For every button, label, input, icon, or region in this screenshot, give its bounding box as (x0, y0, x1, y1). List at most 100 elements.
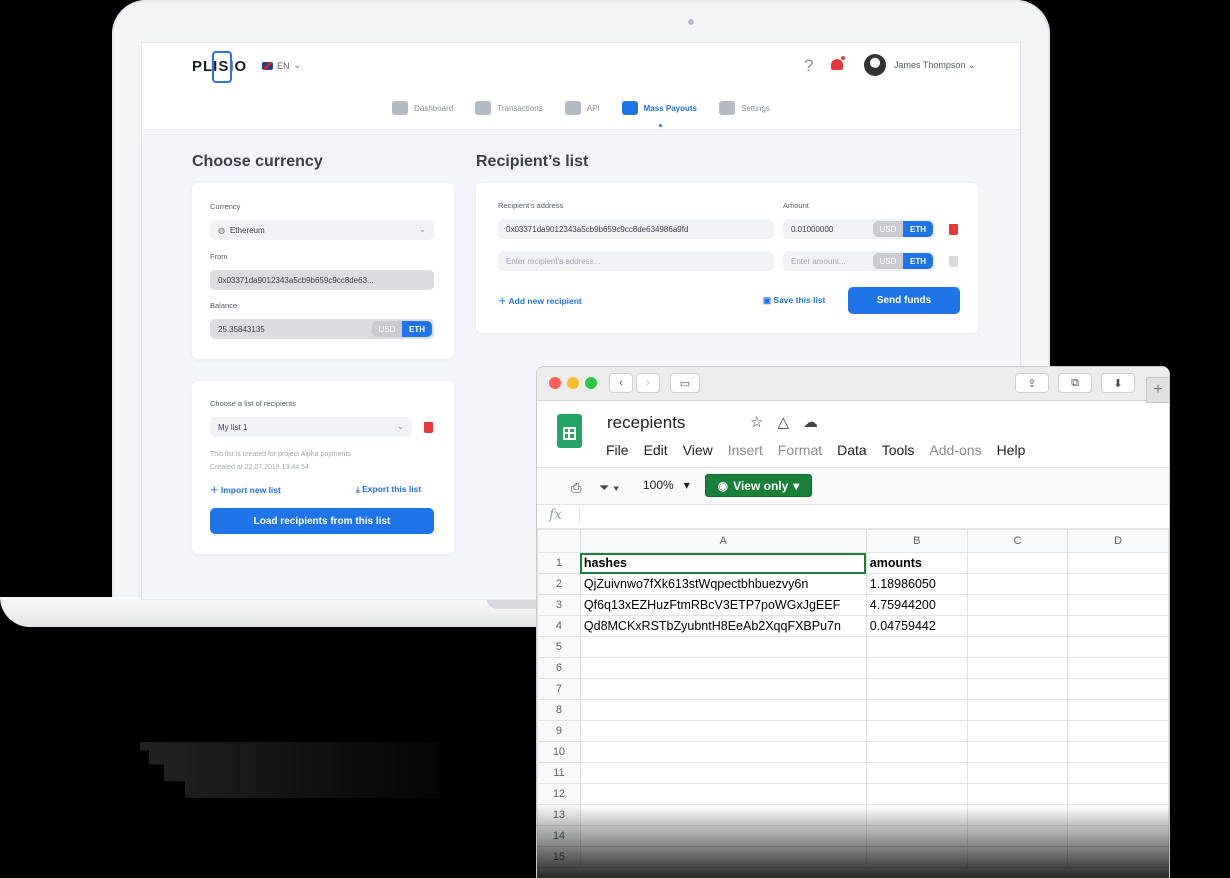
menu-addons[interactable]: Add-ons (929, 442, 981, 458)
currency-select[interactable]: ◍ Ethereum ⌄ (210, 220, 434, 240)
menu-insert[interactable]: Insert (728, 442, 763, 458)
cell[interactable] (865, 783, 968, 805)
cell[interactable] (865, 804, 968, 826)
cell[interactable] (1067, 657, 1169, 679)
row-number[interactable]: 13 (537, 804, 581, 826)
delete-list-icon[interactable] (424, 422, 433, 433)
cell[interactable] (1067, 804, 1169, 826)
row-number[interactable]: 5 (537, 636, 581, 658)
cell[interactable]: 0.04759442 (865, 615, 968, 637)
row-number[interactable]: 12 (537, 783, 581, 805)
column-header[interactable]: A (579, 529, 867, 553)
eth-option[interactable]: ETH (903, 221, 933, 237)
downloads-button[interactable]: ⬇ (1101, 373, 1135, 393)
eth-option[interactable]: ETH (402, 321, 432, 337)
menu-help[interactable]: Help (997, 442, 1026, 458)
cell[interactable] (966, 594, 1069, 616)
usd-option[interactable]: USD (873, 221, 903, 237)
cell[interactable] (579, 699, 867, 721)
cell[interactable] (579, 762, 867, 784)
nav-api[interactable]: API (564, 97, 600, 119)
row-number[interactable]: 15 (537, 846, 581, 868)
row-number[interactable]: 11 (537, 762, 581, 784)
cell[interactable]: 1.18986050 (865, 573, 968, 595)
recipient-address-field[interactable]: 0x03371da9012343a5cb9b659c9cc8de634986a9… (498, 219, 774, 239)
currency-toggle[interactable]: USD ETH (372, 321, 432, 337)
cell[interactable] (966, 720, 1069, 742)
cell[interactable] (579, 741, 867, 763)
cell[interactable] (966, 573, 1069, 595)
add-recipient-link[interactable]: ＋ Add new recipient (498, 295, 582, 307)
cell[interactable] (966, 657, 1069, 679)
help-icon[interactable]: ? (804, 56, 813, 76)
cell[interactable] (865, 720, 968, 742)
menu-tools[interactable]: Tools (882, 442, 915, 458)
cell[interactable] (865, 762, 968, 784)
cell[interactable]: amounts (865, 552, 968, 574)
user-menu[interactable]: James Thompson ⌄ (894, 60, 975, 71)
minimize-window-button[interactable] (567, 377, 579, 389)
nav-transactions[interactable]: Transactions (475, 97, 543, 119)
row-number[interactable]: 10 (537, 741, 581, 763)
new-tab-button[interactable]: + (1146, 377, 1170, 403)
cell[interactable] (579, 657, 867, 679)
menu-format[interactable]: Format (778, 442, 822, 458)
cell[interactable] (1067, 825, 1169, 847)
maximize-window-button[interactable] (585, 377, 597, 389)
sidebar-toggle-button[interactable]: ▭ (670, 373, 700, 393)
corner-cell[interactable] (537, 529, 581, 553)
menu-edit[interactable]: Edit (644, 442, 668, 458)
close-window-button[interactable] (549, 377, 561, 389)
cell[interactable] (966, 825, 1069, 847)
cell[interactable]: QjZuivnwo7fXk613stWqpectbhbuezvy6n (579, 573, 867, 595)
cell[interactable] (579, 636, 867, 658)
cell[interactable] (1067, 720, 1169, 742)
cell[interactable] (579, 825, 867, 847)
cell[interactable]: Qd8MCKxRSTbZyubntH8EeAb2XqqFXBPu7n (579, 615, 867, 637)
usd-option[interactable]: USD (873, 253, 903, 269)
cell[interactable] (1067, 699, 1169, 721)
column-header[interactable]: D (1067, 529, 1169, 553)
cell[interactable] (865, 636, 968, 658)
formula-bar[interactable]: fx (537, 504, 1169, 529)
column-header[interactable]: C (966, 529, 1069, 553)
cell[interactable] (579, 678, 867, 700)
cell[interactable] (1067, 594, 1169, 616)
cell[interactable] (966, 678, 1069, 700)
cell[interactable] (1067, 552, 1169, 574)
row-number[interactable]: 1 (537, 552, 581, 574)
menu-view[interactable]: View (683, 442, 713, 458)
cell[interactable]: hashes (579, 552, 867, 574)
cell[interactable] (1067, 636, 1169, 658)
list-select[interactable]: My list 1 ⌄ (210, 417, 412, 437)
nav-dashboard[interactable]: Dashboard (392, 97, 453, 119)
document-title[interactable]: recepients (607, 413, 685, 433)
cell[interactable] (1067, 762, 1169, 784)
amount-currency-toggle[interactable]: USD ETH (873, 221, 933, 237)
language-selector[interactable]: EN ⌄ (262, 60, 301, 71)
menu-data[interactable]: Data (837, 442, 867, 458)
back-button[interactable]: ‹ (609, 373, 633, 393)
cell[interactable] (1067, 783, 1169, 805)
cell[interactable] (865, 699, 968, 721)
cell[interactable] (966, 699, 1069, 721)
row-number[interactable]: 9 (537, 720, 581, 742)
import-list-link[interactable]: ＋ Import new list (210, 484, 281, 496)
eth-option[interactable]: ETH (903, 253, 933, 269)
cell[interactable] (966, 741, 1069, 763)
new-amount-currency-toggle[interactable]: USD ETH (873, 253, 933, 269)
export-list-link[interactable]: ⤓ Export this list (356, 484, 421, 495)
nav-settings[interactable]: Settings (719, 97, 770, 119)
cell[interactable] (966, 762, 1069, 784)
delete-empty-row-icon[interactable] (949, 256, 958, 267)
cell[interactable]: Qf6q13xEZHuzFtmRBcV3ETP7poWGxJgEEF (579, 594, 867, 616)
row-number[interactable]: 3 (537, 594, 581, 616)
usd-option[interactable]: USD (372, 321, 402, 337)
cell[interactable] (1067, 846, 1169, 868)
cell[interactable] (865, 678, 968, 700)
cell[interactable] (579, 720, 867, 742)
cloud-icon[interactable]: ☁ (803, 413, 818, 431)
new-address-input[interactable]: Enter recipient's address... (498, 251, 774, 271)
row-number[interactable]: 2 (537, 573, 581, 595)
view-only-button[interactable]: ◉ View only ▾ (705, 474, 812, 497)
